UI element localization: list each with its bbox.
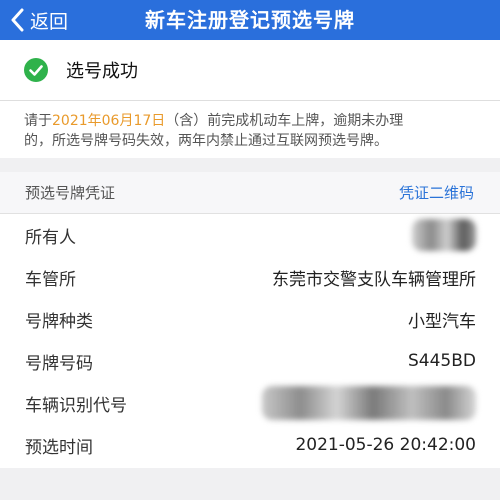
check-circle-icon [24, 58, 48, 82]
detail-row-plate-type: 号牌种类 小型汽车 [0, 298, 500, 340]
plate-type-value: 小型汽车 [408, 311, 476, 332]
vehicle-office-label: 车管所 [25, 269, 76, 290]
section-label: 预选号牌凭证 [25, 184, 116, 202]
notice-line-1-rest: （含）前完成机动车上牌，逾期未办理 [165, 113, 404, 129]
detail-row-selection-time: 预选时间 2021-05-26 20:42:00 [0, 424, 500, 466]
deadline-date: 2021年06月17日 [52, 113, 166, 129]
owner-value-redacted [412, 219, 476, 251]
selection-time-label: 预选时间 [25, 437, 93, 458]
notice-prefix: 请于 [24, 113, 52, 129]
detail-row-plate-number: 号牌号码 S445BD [0, 340, 500, 382]
notice-line-1: 请于2021年06月17日（含）前完成机动车上牌，逾期未办理 [24, 111, 478, 131]
status-bar: 选号成功 [0, 40, 500, 100]
details-list: 所有人 车管所 东莞市交警支队车辆管理所 号牌种类 小型汽车 号牌号码 S445… [0, 214, 500, 468]
detail-row-owner: 所有人 [0, 214, 500, 256]
qr-code-link[interactable]: 凭证二维码 [399, 182, 474, 203]
navbar: 返回 新车注册登记预选号牌 [0, 0, 500, 40]
detail-row-vin: 车辆识别代号 [0, 382, 500, 424]
plate-number-value: S445BD [408, 351, 476, 371]
notice-line-2: 的，所选号牌号码失效，两年内禁止通过互联网预选号牌。 [24, 133, 388, 149]
bottom-spacer [0, 468, 500, 500]
notice-text: 请于2021年06月17日（含）前完成机动车上牌，逾期未办理 的，所选号牌号码失… [0, 100, 500, 158]
vehicle-office-value: 东莞市交警支队车辆管理所 [272, 269, 476, 290]
page-title: 新车注册登记预选号牌 [145, 8, 355, 32]
owner-label: 所有人 [25, 227, 76, 248]
vin-label: 车辆识别代号 [25, 395, 127, 416]
plate-number-label: 号牌号码 [25, 353, 93, 374]
status-text: 选号成功 [66, 61, 138, 82]
section-header: 预选号牌凭证 凭证二维码 [0, 172, 500, 214]
plate-type-label: 号牌种类 [25, 311, 93, 332]
detail-row-vehicle-office: 车管所 东莞市交警支队车辆管理所 [0, 256, 500, 298]
selection-time-value: 2021-05-26 20:42:00 [295, 435, 476, 455]
vin-value-redacted [262, 386, 476, 420]
